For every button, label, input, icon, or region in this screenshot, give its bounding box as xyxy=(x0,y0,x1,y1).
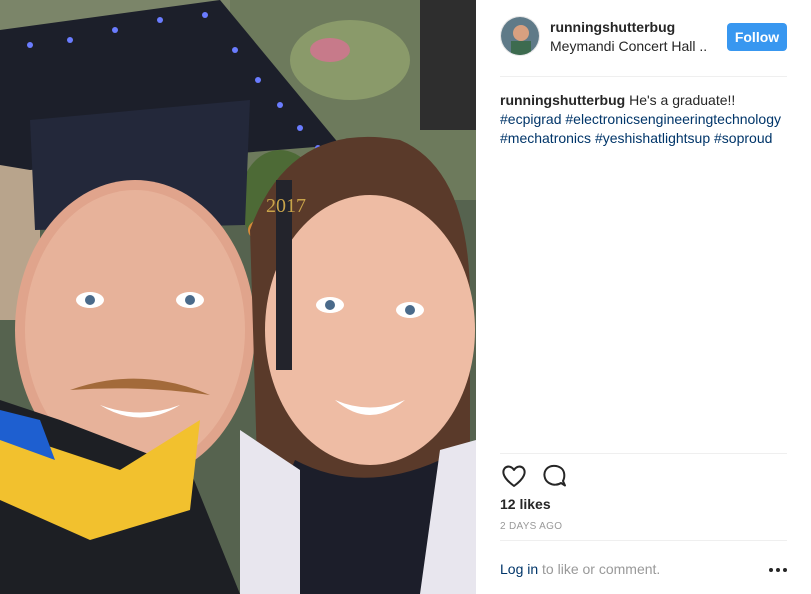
header-username[interactable]: runningshutterbug xyxy=(550,19,675,35)
profile-avatar[interactable] xyxy=(500,16,540,56)
login-prompt: Log in to like or comment. xyxy=(500,561,660,577)
hashtag[interactable]: #yeshishatlightsup xyxy=(595,130,710,146)
header-location[interactable]: Meymandi Concert Hall .. xyxy=(550,38,707,54)
post-header: runningshutterbug Meymandi Concert Hall … xyxy=(476,0,811,76)
hashtag[interactable]: #electronicsengineeringtechnology xyxy=(565,111,781,127)
post-sidebar: runningshutterbug Meymandi Concert Hall … xyxy=(476,0,811,594)
actions-divider xyxy=(500,453,787,454)
login-suffix: to like or comment. xyxy=(538,561,661,577)
more-options-icon[interactable] xyxy=(769,562,787,578)
heart-icon[interactable] xyxy=(500,462,528,490)
post-timestamp[interactable]: 2 DAYS AGO xyxy=(500,521,562,532)
post-photo[interactable]: 2017 xyxy=(0,0,476,594)
header-divider xyxy=(500,76,787,77)
follow-button[interactable]: Follow xyxy=(727,23,787,51)
hashtag[interactable]: #mechatronics xyxy=(500,130,591,146)
hashtag[interactable]: #ecpigrad xyxy=(500,111,562,127)
likes-count[interactable]: 12 likes xyxy=(500,496,551,512)
hashtag[interactable]: #soproud xyxy=(714,130,772,146)
more-dot xyxy=(783,568,787,572)
more-dot xyxy=(769,568,773,572)
footer-divider xyxy=(500,540,787,541)
more-dot xyxy=(776,568,780,572)
login-link[interactable]: Log in xyxy=(500,561,538,577)
caption-username[interactable]: runningshutterbug xyxy=(500,92,625,108)
svg-text:2017: 2017 xyxy=(266,195,306,217)
avatar-image xyxy=(501,17,539,55)
comment-icon[interactable] xyxy=(540,462,568,490)
caption-text: He's a graduate!! xyxy=(625,92,736,108)
post-caption: runningshutterbug He's a graduate!! #ecp… xyxy=(500,91,800,148)
selfie-photo-image: 2017 xyxy=(0,0,476,594)
